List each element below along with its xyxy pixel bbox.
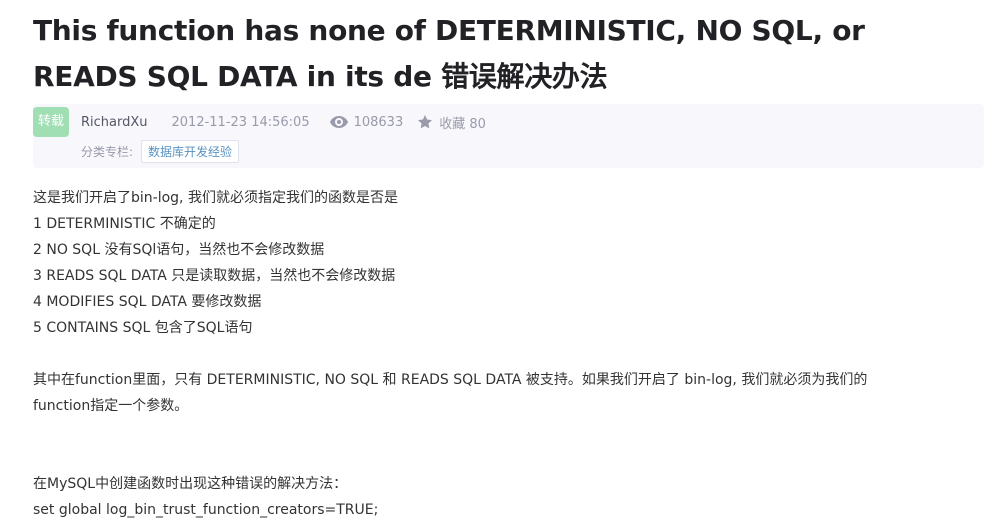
content-line: 4 MODIFIES SQL DATA 要修改数据: [33, 294, 262, 310]
article-title: This function has none of DETERMINISTIC,…: [33, 14, 865, 93]
content-line: function指定一个参数。: [33, 398, 189, 414]
article-content: 这是我们开启了bin-log, 我们就必须指定我们的函数是否是 1 DETERM…: [33, 185, 973, 523]
publish-date: 2012-11-23 14:56:05: [171, 114, 310, 130]
article-meta: 转载 RichardXu 2012-11-23 14:56:05 108633 …: [33, 104, 984, 168]
content-line: 3 READS SQL DATA 只是读取数据，当然也不会修改数据: [33, 268, 396, 284]
view-count: 108633: [329, 114, 404, 130]
content-line: 1 DETERMINISTIC 不确定的: [33, 216, 216, 232]
content-line: 2 NO SQL 没有SQl语句，当然也不会修改数据: [33, 242, 325, 258]
author-link[interactable]: RichardXu: [81, 115, 148, 130]
favorite-count[interactable]: 收藏 80: [417, 113, 486, 132]
category-row: 分类专栏: 数据库开发经验: [81, 140, 240, 163]
eye-icon: [329, 116, 348, 128]
view-count-value: 108633: [353, 114, 404, 130]
meta-info-row: RichardXu 2012-11-23 14:56:05 108633 收藏 …: [81, 113, 486, 132]
content-line: 其中在function里面，只有 DETERMINISTIC, NO SQL 和…: [33, 372, 868, 388]
repost-badge: 转载: [33, 107, 69, 137]
favorite-count-label: 收藏 80: [439, 116, 486, 132]
category-tag[interactable]: 数据库开发经验: [141, 140, 240, 163]
content-line: 这是我们开启了bin-log, 我们就必须指定我们的函数是否是: [33, 190, 398, 206]
code-line: set global log_bin_trust_function_creato…: [33, 502, 379, 518]
category-label: 分类专栏:: [81, 145, 134, 159]
content-line: 5 CONTAINS SQL 包含了SQL语句: [33, 320, 253, 336]
star-icon: [418, 115, 433, 129]
content-line: 在MySQL中创建函数时出现这种错误的解决方法：: [33, 476, 348, 492]
